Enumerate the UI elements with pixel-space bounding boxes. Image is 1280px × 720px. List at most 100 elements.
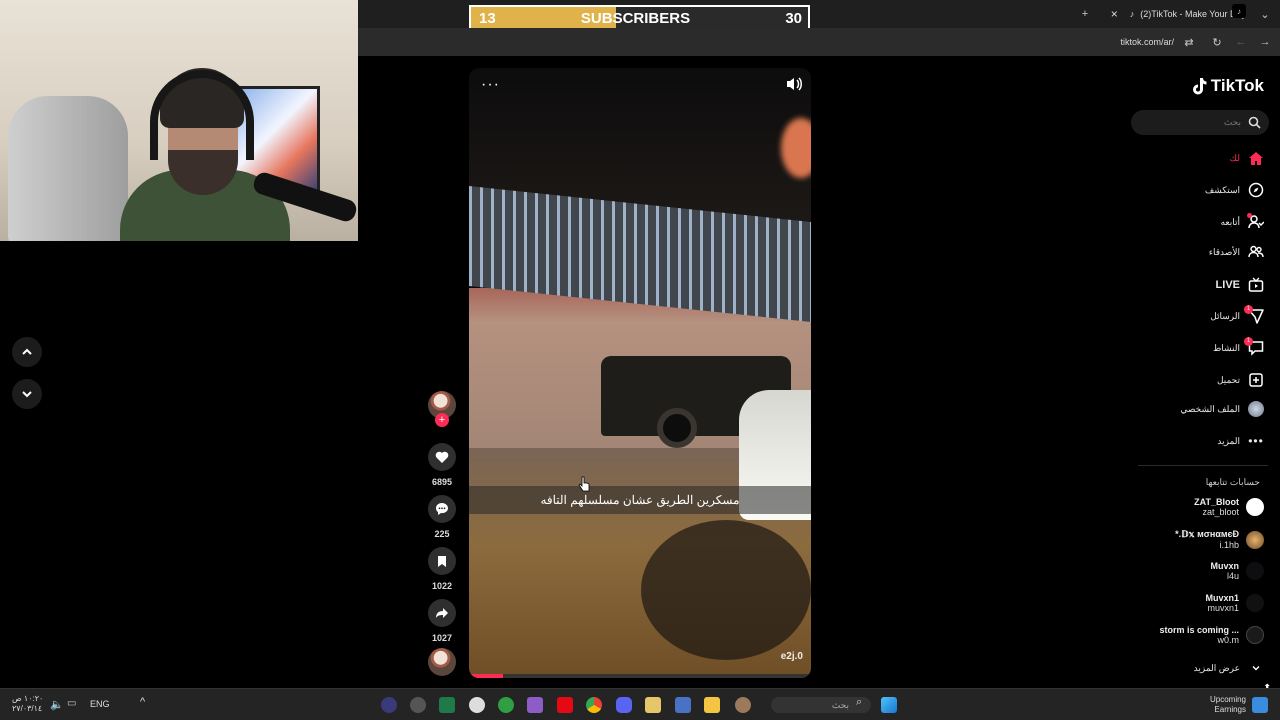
clock-time: ١٠:٢٠ ص: [12, 694, 44, 703]
app-icon-blue[interactable]: [675, 697, 691, 713]
network-icon[interactable]: ▭: [67, 698, 76, 709]
sidebar-item-friends[interactable]: الأصدقاء: [1209, 244, 1264, 260]
chevron-down-icon: [22, 391, 32, 398]
webcam-overlay: [0, 0, 358, 241]
friends-icon: [1248, 244, 1264, 260]
sidebar-item-following[interactable]: أتابعه: [1221, 213, 1264, 230]
url-text[interactable]: tiktok.com/ar/: [1120, 37, 1174, 47]
obs-icon[interactable]: [410, 697, 426, 713]
store-icon[interactable]: [645, 697, 661, 713]
system-clock[interactable]: ١٠:٢٠ ص ٢٧/٠٣/١٤: [12, 694, 43, 714]
language-indicator[interactable]: ENG: [90, 699, 110, 709]
video-player[interactable]: ··· مسكرين الطريق عشان مسلسلهم التافه e2…: [469, 68, 811, 678]
chrome-icon[interactable]: [586, 697, 602, 713]
forward-icon[interactable]: →: [1256, 33, 1274, 51]
video-progress-fill: [469, 674, 504, 678]
tray-overflow-icon[interactable]: ^: [140, 696, 145, 708]
sidebar-item-label: المزيد: [1217, 435, 1240, 446]
address-bar: tiktok.com/ar/ ⇄ ↻ ← →: [358, 28, 1280, 56]
show-more-accounts[interactable]: عرض المزيد: [1194, 660, 1264, 676]
clock-date: ٢٧/٠٣/١٤: [12, 704, 43, 713]
sidebar-item-messages[interactable]: الرسائل 1: [1210, 305, 1264, 324]
subscriber-goal: 30: [785, 9, 802, 27]
search-widget-icon[interactable]: [735, 697, 751, 713]
video-progress-track[interactable]: [469, 674, 811, 678]
account-item[interactable]: ZAT_Bloot zat_bloot: [1194, 497, 1264, 517]
account-username: i.1hb: [1219, 540, 1239, 550]
reload-icon[interactable]: ↻: [1208, 33, 1226, 51]
comment-count: 225: [434, 529, 450, 539]
widget-title: Upcoming: [1209, 695, 1246, 704]
search-input[interactable]: بحث: [1131, 110, 1269, 135]
search-icon[interactable]: [1248, 116, 1261, 129]
chevron-up-icon: [22, 348, 32, 355]
site-settings-icon[interactable]: ⇄: [1180, 33, 1198, 51]
tiktok-note-icon: [1192, 78, 1207, 95]
app-icon-1[interactable]: [381, 697, 397, 713]
volume-icon[interactable]: [785, 76, 803, 92]
app-icon-g[interactable]: [469, 697, 485, 713]
tab-search-icon[interactable]: ⌄: [1256, 5, 1274, 23]
follow-plus-icon[interactable]: +: [435, 413, 449, 427]
live-icon: [1248, 277, 1264, 293]
file-explorer-icon[interactable]: [704, 697, 720, 713]
xbox-icon[interactable]: [498, 697, 514, 713]
sidebar-item-activity[interactable]: النشاط 1: [1213, 337, 1264, 356]
tiktok-logo[interactable]: TikTok: [1191, 76, 1264, 96]
bookmark-icon: [438, 555, 446, 567]
speaker-icon[interactable]: 🔈: [50, 698, 64, 711]
next-video-button[interactable]: [12, 379, 42, 409]
like-button[interactable]: 6895: [428, 443, 456, 487]
account-username: w0.m: [1217, 635, 1239, 645]
sidebar-item-live[interactable]: LIVE: [1216, 277, 1264, 293]
sound-disc-avatar[interactable]: [428, 648, 456, 676]
sidebar-item-for-you[interactable]: لك: [1230, 150, 1264, 166]
earnings-widget[interactable]: Upcoming Earnings: [1210, 695, 1246, 715]
account-item[interactable]: Muvxn1 muvxn1: [1205, 593, 1264, 613]
video-caption: مسكرين الطريق عشان مسلسلهم التافه: [469, 486, 811, 514]
account-name: storm is coming ...: [1159, 625, 1239, 635]
profile-icon: [1248, 401, 1264, 417]
heart-icon: [435, 451, 449, 463]
share-count: 1027: [431, 633, 453, 643]
widget-subtitle: Earnings: [1214, 705, 1246, 714]
sidebar-divider: [1138, 465, 1268, 466]
sidebar-item-profile[interactable]: الملف الشخصي: [1180, 401, 1264, 417]
activity-icon: 1: [1244, 337, 1264, 356]
app-icon-purple[interactable]: [527, 697, 543, 713]
subscriber-label: SUBSCRIBERS: [580, 9, 691, 27]
back-icon[interactable]: ←: [1232, 33, 1250, 51]
tab-title: (2)TikTok - Make Your Day: [1140, 9, 1246, 19]
netflix-icon[interactable]: [557, 697, 573, 713]
sidebar-item-explore[interactable]: استكشف: [1205, 182, 1264, 198]
mouse-cursor-icon: [578, 476, 590, 492]
account-item[interactable]: Muvxn l4u: [1210, 561, 1264, 581]
more-options-icon[interactable]: ···: [481, 76, 500, 94]
sidebar-item-upload[interactable]: تحميل: [1217, 372, 1264, 388]
share-icon: [436, 608, 448, 618]
excel-icon[interactable]: [439, 697, 455, 713]
account-avatar: [1246, 530, 1264, 549]
widget-chart-icon: [1252, 697, 1268, 713]
account-item[interactable]: storm is coming ... w0.m: [1159, 625, 1264, 645]
account-item[interactable]: *.𝔻𝕩 мσнαмєÐ i.1hb: [1175, 529, 1264, 550]
activity-badge: 1: [1244, 337, 1253, 346]
close-tab-icon[interactable]: ×: [1111, 7, 1118, 21]
browser-tab[interactable]: × ♪ (2)TikTok - Make Your Day: [1086, 4, 1246, 24]
tab-favicon-icon: ♪: [1129, 9, 1135, 19]
account-username: l4u: [1226, 571, 1239, 581]
more-icon: •••: [1248, 434, 1264, 448]
comment-button[interactable]: 225: [428, 495, 456, 539]
creator-avatar[interactable]: +: [428, 391, 456, 427]
account-username: muvxn1: [1207, 603, 1239, 613]
previous-video-button[interactable]: [12, 337, 42, 367]
sidebar-item-more[interactable]: المزيد •••: [1217, 433, 1264, 449]
account-avatar: [1246, 498, 1264, 516]
save-button[interactable]: 1022: [428, 547, 456, 591]
chevron-down-icon: [1248, 660, 1264, 676]
share-button[interactable]: 1027: [428, 599, 456, 643]
start-button-icon[interactable]: [881, 697, 897, 713]
windows-taskbar: ١٠:٢٠ ص ٢٧/٠٣/١٤ 🔈 ▭ ENG ^ بحث ⌕ Upcomin…: [0, 688, 1280, 720]
comment-icon: [436, 503, 448, 515]
discord-icon[interactable]: [616, 697, 632, 713]
